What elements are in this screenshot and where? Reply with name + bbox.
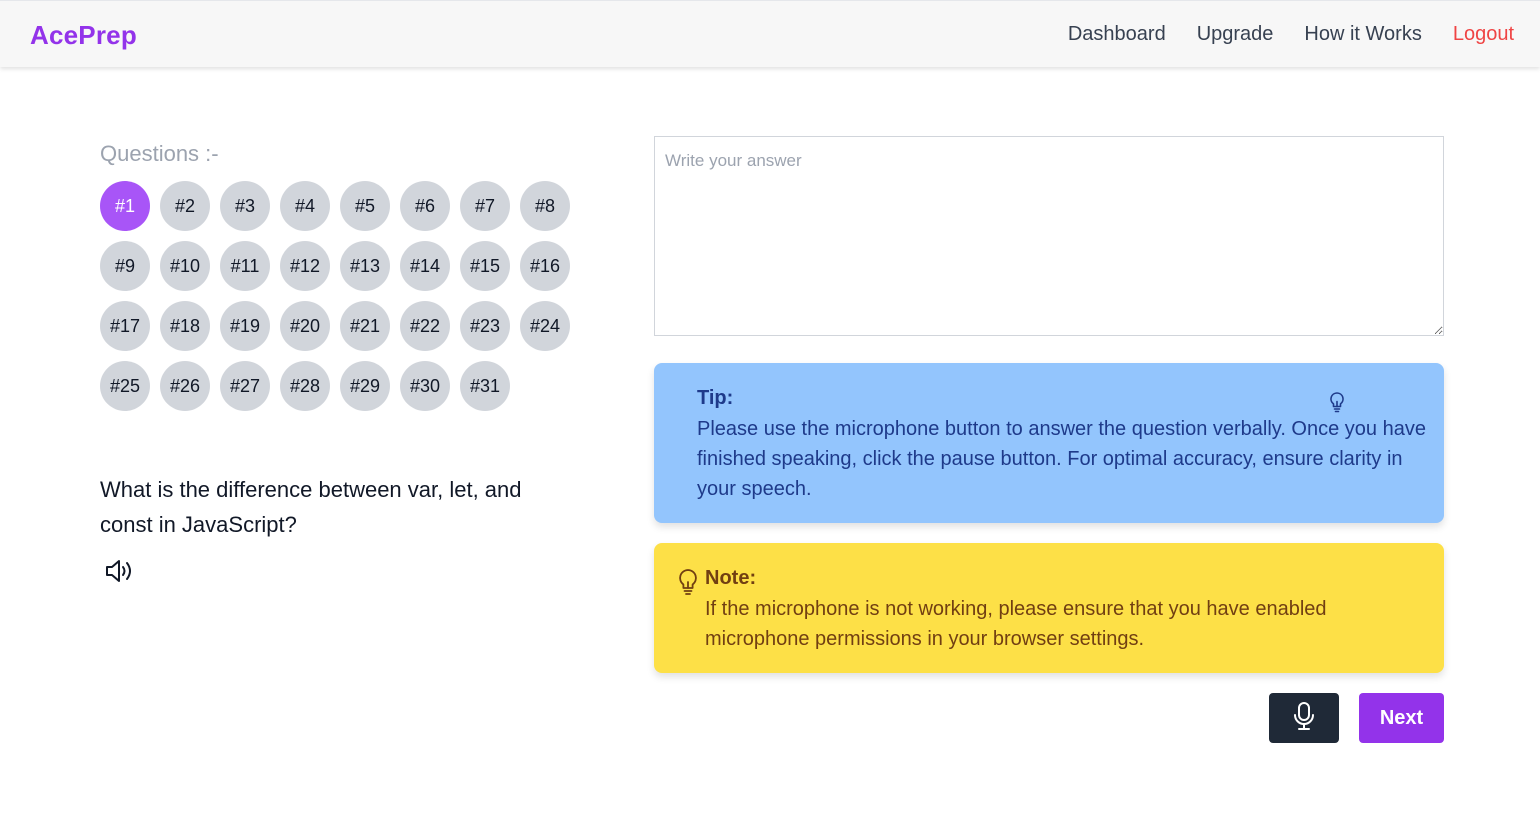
question-button-19[interactable]: #19 [220, 301, 270, 351]
questions-label: Questions :- [100, 141, 219, 166]
question-button-29[interactable]: #29 [340, 361, 390, 411]
lightbulb-icon [676, 568, 700, 596]
question-button-30[interactable]: #30 [400, 361, 450, 411]
tip-title: Tip: [697, 387, 734, 409]
question-button-20[interactable]: #20 [280, 301, 330, 351]
next-button[interactable]: Next [1359, 693, 1444, 743]
question-button-15[interactable]: #15 [460, 241, 510, 291]
question-grid: #1 #2 #3 #4 #5 #6 #7 #8 #9 #10 #11 #12 #13 #14 #15 #16 #… [100, 181, 580, 411]
tip-card: Tip: Please use the microphone button to… [654, 363, 1444, 523]
nav-link-logout[interactable]: Logout [1453, 23, 1514, 46]
question-button-17[interactable]: #17 [100, 301, 150, 351]
question-button-31[interactable]: #31 [460, 361, 510, 411]
note-body: If the microphone is not working, please… [705, 598, 1327, 650]
microphone-icon [1293, 701, 1315, 736]
question-button-14[interactable]: #14 [400, 241, 450, 291]
question-button-8[interactable]: #8 [520, 181, 570, 231]
microphone-button[interactable] [1269, 693, 1339, 743]
question-button-9[interactable]: #9 [100, 241, 150, 291]
question-button-10[interactable]: #10 [160, 241, 210, 291]
question-button-28[interactable]: #28 [280, 361, 330, 411]
question-button-12[interactable]: #12 [280, 241, 330, 291]
nav-link-dashboard[interactable]: Dashboard [1068, 23, 1166, 46]
nav-links: Dashboard Upgrade How it Works Logout [1068, 23, 1514, 46]
question-button-4[interactable]: #4 [280, 181, 330, 231]
tip-body: Please use the microphone button to answ… [697, 418, 1426, 500]
question-button-1[interactable]: #1 [100, 181, 150, 231]
question-button-7[interactable]: #7 [460, 181, 510, 231]
question-button-6[interactable]: #6 [400, 181, 450, 231]
question-button-16[interactable]: #16 [520, 241, 570, 291]
question-button-3[interactable]: #3 [220, 181, 270, 231]
nav-link-how-it-works[interactable]: How it Works [1304, 23, 1421, 46]
question-button-27[interactable]: #27 [220, 361, 270, 411]
question-button-25[interactable]: #25 [100, 361, 150, 411]
question-text: What is the difference between var, let,… [100, 477, 522, 537]
question-button-23[interactable]: #23 [460, 301, 510, 351]
question-button-11[interactable]: #11 [220, 241, 270, 291]
question-button-26[interactable]: #26 [160, 361, 210, 411]
question-button-2[interactable]: #2 [160, 181, 210, 231]
question-button-13[interactable]: #13 [340, 241, 390, 291]
speaker-icon[interactable] [104, 556, 136, 586]
brand-logo[interactable]: AcePrep [30, 20, 137, 51]
question-button-5[interactable]: #5 [340, 181, 390, 231]
question-button-18[interactable]: #18 [160, 301, 210, 351]
nav-link-upgrade[interactable]: Upgrade [1197, 23, 1274, 46]
note-card: Note: If the microphone is not working, … [654, 543, 1444, 673]
navbar: AcePrep Dashboard Upgrade How it Works L… [0, 0, 1540, 67]
note-title: Note: [705, 567, 757, 589]
question-button-22[interactable]: #22 [400, 301, 450, 351]
question-button-21[interactable]: #21 [340, 301, 390, 351]
question-button-24[interactable]: #24 [520, 301, 570, 351]
answer-textarea[interactable] [654, 136, 1444, 336]
